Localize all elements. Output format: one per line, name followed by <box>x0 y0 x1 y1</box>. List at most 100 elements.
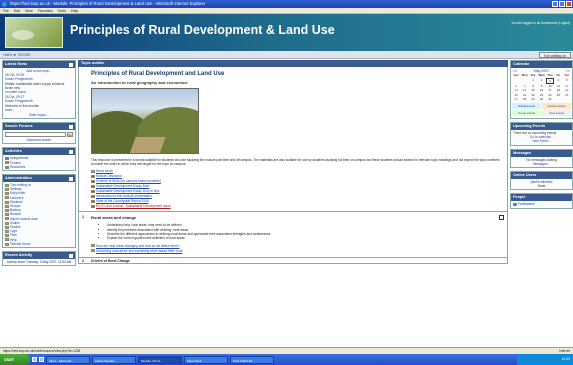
news-more-link[interactable]: more... <box>5 108 73 112</box>
window-titlebar: https://hed.loop.ac.uk - Module: Princip… <box>0 0 573 8</box>
activity-resources[interactable]: Resources <box>5 165 73 169</box>
turn-editing-on-button[interactable]: Turn editing on <box>538 52 571 58</box>
logs-icon <box>5 229 9 233</box>
profile-icon <box>5 192 9 196</box>
block-title: Messages <box>513 150 532 155</box>
section-objectives: Understand why 'rural areas' may need to… <box>91 223 503 241</box>
taskbar: start Inbox - Microsoft... Adobe Reader.… <box>0 354 573 365</box>
menu-file[interactable]: File <box>3 8 9 13</box>
search-go-button[interactable]: Go <box>67 132 73 138</box>
quick-launch-icon[interactable] <box>39 357 44 362</box>
search-forums-input[interactable] <box>5 132 66 138</box>
news-text: Hidden sustainable water supply solution… <box>5 81 65 90</box>
block-title: Upcoming Events <box>513 124 546 129</box>
status-url: https://hed.loop.ac.uk/mod/resource/view… <box>3 349 81 353</box>
assignment-icon <box>5 157 9 161</box>
grades-icon <box>5 225 9 229</box>
section-links: How are rural areas changing and how do … <box>91 244 503 254</box>
quick-launch-icon[interactable] <box>32 357 37 362</box>
collapse-icon[interactable] <box>69 124 73 129</box>
news-more-link[interactable]: on water more... <box>5 90 73 94</box>
document-icon <box>91 179 95 183</box>
messages-link[interactable]: Messages... <box>513 162 570 166</box>
document-icon <box>91 184 95 188</box>
calendar-day[interactable]: 29 <box>529 97 537 101</box>
login-info[interactable]: You are logged in as Somename (Logout) <box>511 21 570 25</box>
advanced-search-link[interactable]: Advanced search <box>5 138 73 142</box>
calendar-grid: Sun Mon Tue Wed Thu Fri Sat 1 2 3 4 5 6 7 8 9 10 11 12 13 14… <box>511 73 572 101</box>
activities-block: Activities Assignments Forums Resources <box>2 147 76 172</box>
menu-view[interactable]: View <box>25 8 33 13</box>
online-users-block: Online Users (last 5 minutes) None <box>510 171 573 191</box>
block-title: Search Forums <box>5 124 33 129</box>
taskbar-item[interactable]: Print CIRCUM... <box>230 355 274 364</box>
calendar-day[interactable]: 27 <box>512 97 520 101</box>
collapse-icon[interactable] <box>69 62 73 67</box>
news-item: 18 Oct, 09:17 Susan Pringleworth Welcome… <box>5 95 73 112</box>
document-icon <box>91 199 95 203</box>
site-logo <box>5 17 63 48</box>
assignment-icon <box>91 189 95 193</box>
block-title: Online Users <box>513 173 537 178</box>
landscape-photo <box>91 88 199 154</box>
edit-icon <box>5 183 9 187</box>
menu-tools[interactable]: Tools <box>58 8 66 13</box>
clock: 14:53 <box>561 357 571 361</box>
people-block: People Participants <box>510 193 573 209</box>
calendar-day[interactable]: 31 <box>546 97 554 101</box>
news-item: 18 Oct, 09:30 Susan Pringleworth Hidden … <box>5 73 73 94</box>
legend-group-events[interactable]: Group events <box>512 109 541 117</box>
taskbar-item[interactable]: Inbox - Microsoft... <box>46 355 90 364</box>
taskbar-item[interactable]: Adobe Reader... <box>92 355 136 364</box>
calendar-legend: Global events Course events Group events… <box>512 102 571 117</box>
maximize-button[interactable] <box>559 1 565 7</box>
forum-icon <box>5 242 9 246</box>
document-icon <box>91 204 95 208</box>
latest-news-block: Latest News Add a new topic... 18 Oct, 0… <box>2 60 76 120</box>
block-title: Administration <box>5 176 32 181</box>
legend-course-events[interactable]: Course events <box>542 102 571 109</box>
calendar-day[interactable]: 30 <box>537 97 545 101</box>
calendar-day[interactable]: 28 <box>520 97 528 101</box>
admin-item-teacher-forum[interactable]: Teacher forum <box>5 242 73 246</box>
block-title: Latest News <box>5 62 28 66</box>
section-number: 1 <box>82 215 84 220</box>
topic-section: 1 Rural areas and change Understand why … <box>78 212 508 258</box>
block-title: Calendar <box>513 62 530 66</box>
collapse-icon[interactable] <box>69 176 73 181</box>
folder-icon <box>5 234 9 238</box>
menu-favorites[interactable]: Favorites <box>38 8 53 13</box>
minimize-button[interactable] <box>552 1 558 7</box>
breadcrumb[interactable]: HADI ► RCD09 <box>3 53 30 57</box>
legend-global-events[interactable]: Global events <box>512 102 541 109</box>
help-icon <box>5 238 9 242</box>
taskbar-item[interactable]: https://hed... <box>184 355 228 364</box>
new-event-link[interactable]: New Event... <box>513 139 570 143</box>
taskbar-item[interactable]: Module: Princi... <box>138 355 182 364</box>
resource-link[interactable]: RICS Land Journal - Sustainable Developm… <box>91 204 503 209</box>
users-icon <box>5 200 9 204</box>
participants-link[interactable]: Participants <box>513 202 570 206</box>
users-icon <box>5 196 9 200</box>
document-icon <box>91 174 95 178</box>
administration-block: Administration Turn editing on Settings … <box>2 174 76 249</box>
left-column: Latest News Add a new topic... 18 Oct, 0… <box>2 60 76 269</box>
section-link[interactable]: Describing rural areas' and explaining w… <box>91 249 503 254</box>
topic-outline-header: Topic outline <box>78 60 508 67</box>
course-title: Principles of Rural Development and Land… <box>91 71 225 77</box>
close-button[interactable] <box>566 1 572 7</box>
collapse-icon[interactable] <box>69 253 73 258</box>
objective-item: Explain the current government definitio… <box>107 236 503 240</box>
course-subtitle: An introduction to rural geography and e… <box>91 80 188 85</box>
recent-activity-block: Recent Activity Activity since Tuesday, … <box>2 251 76 267</box>
start-button[interactable]: start <box>0 354 30 365</box>
legend-user-events[interactable]: User events <box>542 109 571 117</box>
online-users-none: None <box>537 184 546 189</box>
menu-edit[interactable]: Edit <box>14 8 20 13</box>
section-toggle-checkbox[interactable] <box>499 215 504 221</box>
main-content: Topic outline Principles of Rural Develo… <box>78 60 508 360</box>
older-topics-link[interactable]: Older topics ... <box>5 113 73 117</box>
restore-icon <box>5 213 9 217</box>
menu-help[interactable]: Help <box>71 8 78 13</box>
collapse-icon[interactable] <box>69 149 73 154</box>
